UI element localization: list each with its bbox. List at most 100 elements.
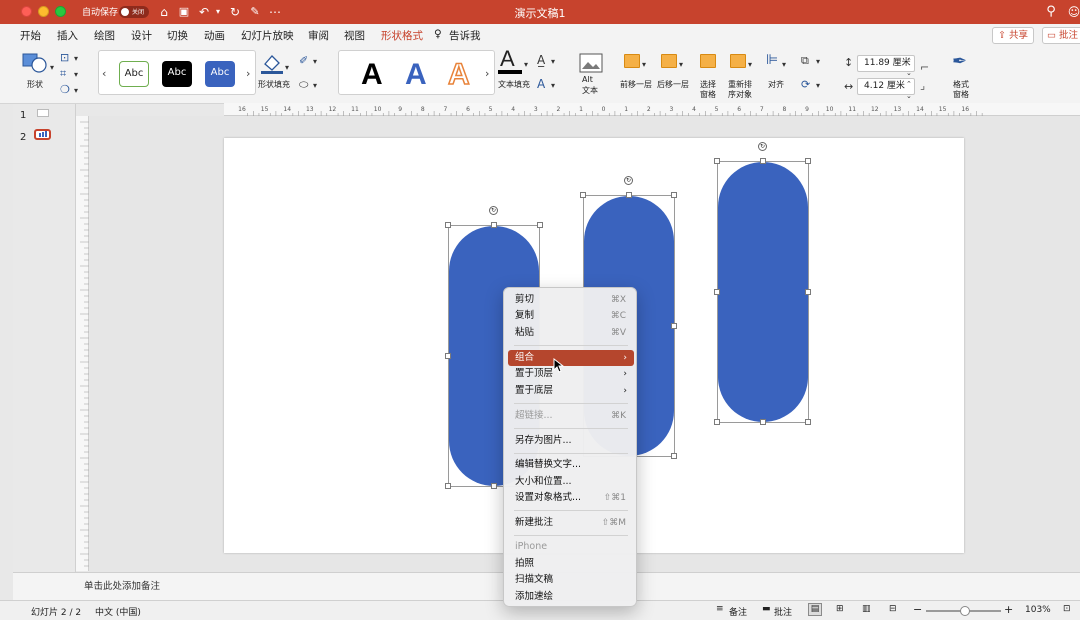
- resize-handle[interactable]: [445, 483, 451, 489]
- paint-bucket-icon[interactable]: [260, 52, 284, 74]
- tab-animations[interactable]: 动画: [204, 28, 225, 43]
- close-window-button[interactable]: [21, 6, 32, 17]
- zoom-in-icon[interactable]: +: [1004, 603, 1013, 616]
- gallery-left-arrow-icon[interactable]: ‹: [102, 68, 106, 80]
- reorder-objects-icon[interactable]: [730, 54, 746, 68]
- menu-item-scan-documents[interactable]: 扫描文稿: [508, 572, 634, 588]
- undo-dropdown-icon[interactable]: ▾: [210, 4, 226, 20]
- wordart-sample-blue[interactable]: A: [405, 59, 427, 91]
- outline-dropdown-icon[interactable]: ▾: [313, 56, 317, 68]
- style-sample-blue[interactable]: Abc: [205, 61, 235, 87]
- menu-item-save-as-picture[interactable]: 另存为图片...: [508, 433, 634, 449]
- reorder-dropdown-icon[interactable]: ▾: [748, 59, 752, 71]
- rotate-handle-2[interactable]: ↻: [624, 176, 633, 185]
- menu-item-group[interactable]: 组合 ›: [508, 350, 634, 366]
- resize-handle[interactable]: [760, 158, 766, 164]
- align-dropdown-icon[interactable]: ▾: [782, 59, 786, 71]
- fit-slide-icon[interactable]: ⊡: [1063, 604, 1071, 614]
- save-icon[interactable]: ▣: [176, 4, 192, 20]
- tab-slideshow[interactable]: 幻灯片放映: [241, 28, 294, 43]
- tab-design[interactable]: 设计: [131, 28, 152, 43]
- slideshow-icon[interactable]: ⊟: [889, 604, 897, 614]
- home-icon[interactable]: ⌂: [156, 4, 172, 20]
- normal-view-icon[interactable]: ▤: [808, 603, 822, 616]
- wordart-right-arrow-icon[interactable]: ›: [485, 68, 489, 80]
- gallery-right-arrow-icon[interactable]: ›: [246, 68, 250, 80]
- tab-view[interactable]: 视图: [344, 28, 365, 43]
- resize-handle[interactable]: [671, 192, 677, 198]
- rotate-icon[interactable]: ⟳: [801, 79, 810, 91]
- search-icon[interactable]: ⚲: [1043, 4, 1059, 20]
- shape-outline-icon[interactable]: ✐: [299, 55, 308, 67]
- comments-button[interactable]: ▭ 批注: [1042, 27, 1080, 44]
- zoom-slider[interactable]: [926, 606, 1001, 616]
- text-effects-dropdown-icon[interactable]: ▾: [551, 80, 555, 92]
- resize-handle[interactable]: [491, 222, 497, 228]
- lock-aspect-icon[interactable]: ⌐: [920, 62, 929, 74]
- resize-handle[interactable]: [445, 353, 451, 359]
- reading-view-icon[interactable]: ▥: [862, 604, 871, 614]
- fill-dropdown-icon[interactable]: ▾: [285, 62, 289, 74]
- resize-handle[interactable]: [626, 192, 632, 198]
- size-launcher-icon[interactable]: ⌟: [920, 80, 925, 92]
- resize-handle[interactable]: [580, 192, 586, 198]
- tab-home[interactable]: 开始: [20, 28, 41, 43]
- notes-toggle-button[interactable]: 备注: [729, 605, 747, 618]
- menu-item-edit-alt-text[interactable]: 编辑替换文字...: [508, 457, 634, 473]
- resize-handle[interactable]: [671, 323, 677, 329]
- resize-handle[interactable]: [714, 289, 720, 295]
- menu-item-size-position[interactable]: 大小和位置...: [508, 474, 634, 490]
- menu-item-copy[interactable]: 复制 ⌘C: [508, 308, 634, 324]
- wordart-sample-orange[interactable]: A: [447, 58, 470, 92]
- resize-handle[interactable]: [671, 453, 677, 459]
- menu-item-paste[interactable]: 粘贴 ⌘V: [508, 325, 634, 341]
- slide-thumbnail-1[interactable]: [37, 109, 49, 117]
- slide-thumbnail-2[interactable]: [34, 129, 51, 140]
- textbox-dropdown-icon[interactable]: ▾: [74, 53, 78, 65]
- menu-item-format-object[interactable]: 设置对象格式... ⇧⌘1: [508, 490, 634, 506]
- edit-shape-icon[interactable]: ⌗: [60, 68, 66, 80]
- minimize-window-button[interactable]: [38, 6, 49, 17]
- height-stepper-icon[interactable]: ⌃ ⌄: [906, 55, 912, 79]
- group-icon[interactable]: ⧉: [801, 55, 809, 67]
- bring-forward-icon[interactable]: [624, 54, 640, 68]
- menu-item-cut[interactable]: 剪切 ⌘X: [508, 292, 634, 308]
- zoom-level[interactable]: 103%: [1025, 605, 1051, 615]
- resize-handle[interactable]: [714, 419, 720, 425]
- style-sample-black[interactable]: Abc: [162, 61, 192, 87]
- width-stepper-icon[interactable]: ⌃ ⌄: [906, 78, 912, 102]
- send-backward-dropdown-icon[interactable]: ▾: [679, 59, 683, 71]
- redo-icon[interactable]: ↻: [227, 4, 243, 20]
- resize-handle[interactable]: [805, 419, 811, 425]
- tab-draw[interactable]: 绘图: [94, 28, 115, 43]
- alt-text-icon[interactable]: [579, 53, 603, 73]
- fullscreen-window-button[interactable]: [55, 6, 66, 17]
- language-indicator[interactable]: 中文 (中国): [95, 605, 141, 618]
- rotate-handle-3[interactable]: ↻: [758, 142, 767, 151]
- text-fill-icon[interactable]: A: [500, 48, 515, 70]
- send-backward-icon[interactable]: [661, 54, 677, 68]
- tab-review[interactable]: 审阅: [308, 28, 329, 43]
- resize-handle[interactable]: [805, 289, 811, 295]
- resize-handle[interactable]: [537, 222, 543, 228]
- text-fill-dropdown-icon[interactable]: ▾: [524, 59, 528, 71]
- edit-shape-dropdown-icon[interactable]: ▾: [74, 69, 78, 81]
- autosave-toggle[interactable]: 关闭: [119, 6, 149, 18]
- shape-effects-icon[interactable]: ⬭: [299, 79, 308, 91]
- selection-pane-icon[interactable]: [700, 54, 716, 68]
- merge-shapes-icon[interactable]: ❍: [60, 84, 70, 96]
- comments-toggle-button[interactable]: 批注: [774, 605, 792, 618]
- zoom-slider-handle[interactable]: [960, 606, 970, 616]
- menu-item-take-photo[interactable]: 拍照: [508, 556, 634, 572]
- text-outline-dropdown-icon[interactable]: ▾: [551, 56, 555, 68]
- account-icon[interactable]: ☺: [1066, 4, 1080, 20]
- effects-dropdown-icon[interactable]: ▾: [313, 80, 317, 92]
- customize-icon[interactable]: ✎: [247, 4, 263, 20]
- rotate-dropdown-icon[interactable]: ▾: [816, 80, 820, 92]
- resize-handle[interactable]: [805, 158, 811, 164]
- tab-shape-format[interactable]: 形状格式: [381, 28, 423, 48]
- merge-dropdown-icon[interactable]: ▾: [74, 85, 78, 97]
- menu-item-bring-to-front[interactable]: 置于顶层 ›: [508, 366, 634, 382]
- text-outline-icon[interactable]: A̲: [537, 54, 545, 66]
- insert-shapes-icon[interactable]: [22, 52, 48, 74]
